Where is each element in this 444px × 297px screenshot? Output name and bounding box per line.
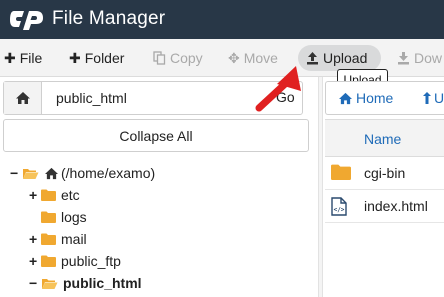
tree-node-label: logs	[61, 209, 87, 225]
tree-node-public-html[interactable]: − public_html	[29, 272, 142, 294]
move-icon: ✥	[228, 49, 240, 66]
open-folder-icon	[42, 278, 58, 289]
new-file-label: File	[19, 50, 43, 66]
name-column-header[interactable]: Name	[364, 131, 401, 147]
tree-node-etc[interactable]: + etc	[29, 184, 80, 206]
file-list-header: Name	[325, 119, 444, 157]
file-name: cgi-bin	[364, 165, 406, 181]
upload-label: Upload	[323, 50, 368, 66]
copy-button[interactable]: Copy	[153, 39, 203, 77]
home-path-button[interactable]	[4, 82, 42, 114]
download-button[interactable]: Dow	[397, 39, 442, 77]
up-one-level-button[interactable]: U	[422, 90, 444, 106]
download-icon	[398, 52, 409, 65]
app-header: File Manager	[0, 0, 444, 39]
home-icon	[15, 92, 30, 104]
level-up-icon	[423, 92, 431, 104]
home-icon	[339, 92, 352, 104]
expand-toggle[interactable]: +	[29, 187, 39, 203]
file-name: index.html	[364, 198, 428, 214]
expand-toggle[interactable]: +	[29, 253, 39, 269]
folder-icon	[41, 233, 56, 245]
html-file-icon: </>	[331, 197, 347, 216]
folder-icon	[41, 255, 56, 267]
up-nav-label: U	[434, 90, 444, 106]
tree-node-public-ftp[interactable]: + public_ftp	[29, 250, 121, 272]
folder-icon	[331, 164, 351, 180]
folder-icon	[41, 189, 56, 201]
tree-node-label: etc	[61, 187, 80, 203]
annotation-arrow-icon	[255, 66, 301, 112]
open-folder-icon	[23, 168, 39, 179]
tree-node-label: (/home/examo)	[61, 165, 156, 181]
new-file-button[interactable]: ✚ File	[4, 39, 42, 77]
collapse-toggle[interactable]: −	[29, 275, 39, 291]
plus-icon: ✚	[4, 49, 16, 66]
file-row[interactable]: cgi-bin	[325, 157, 444, 190]
folder-icon	[41, 211, 56, 223]
new-folder-label: Folder	[84, 50, 125, 66]
tree-node-label: public_ftp	[61, 253, 121, 269]
cpanel-logo-icon	[10, 11, 43, 30]
home-icon	[45, 167, 58, 179]
collapse-all-button[interactable]: Collapse All	[3, 119, 309, 152]
tree-node-label: mail	[61, 231, 87, 247]
svg-text:</>: </>	[334, 207, 345, 214]
pane-splitter[interactable]	[318, 77, 323, 297]
path-input[interactable]	[44, 82, 264, 114]
tree-node-label: public_html	[63, 275, 142, 291]
new-folder-button[interactable]: ✚ Folder	[69, 39, 124, 77]
tree-node-mail[interactable]: + mail	[29, 228, 87, 250]
file-row[interactable]: </> index.html	[325, 190, 444, 223]
copy-icon	[153, 51, 166, 65]
download-label: Dow	[414, 50, 443, 66]
tree-node-logs[interactable]: logs	[29, 206, 87, 228]
collapse-toggle[interactable]: −	[10, 165, 20, 181]
tree-node-home[interactable]: − (/home/examo)	[10, 162, 155, 184]
copy-label: Copy	[170, 50, 203, 66]
app-title: File Manager	[52, 8, 166, 29]
expand-toggle[interactable]: +	[29, 231, 39, 247]
file-nav-bar: Home U	[325, 81, 444, 115]
plus-icon: ✚	[69, 49, 81, 66]
home-nav-label: Home	[356, 90, 394, 106]
home-nav-button[interactable]: Home	[338, 90, 393, 106]
